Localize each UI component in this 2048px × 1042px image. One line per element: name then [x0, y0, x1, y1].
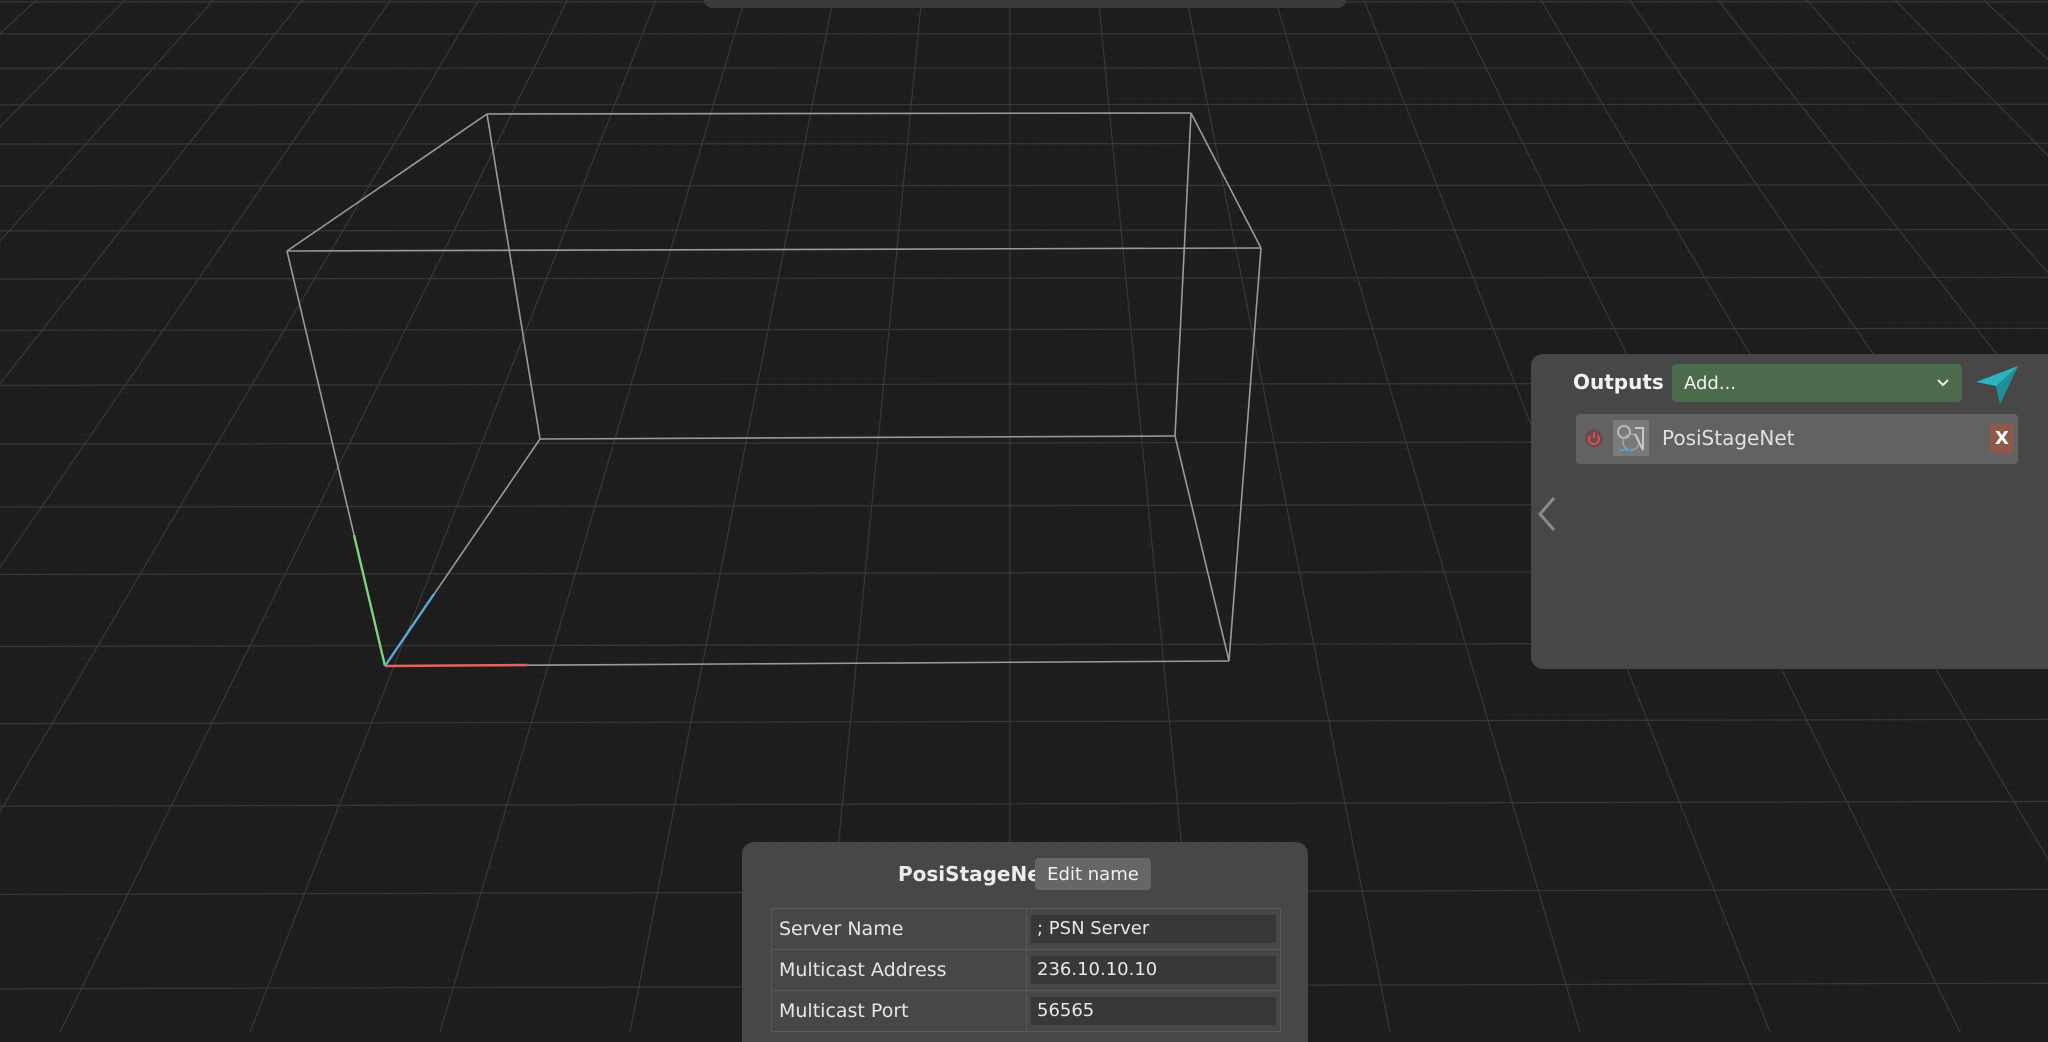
- multicast-address-input[interactable]: 236.10.10.10: [1031, 956, 1276, 984]
- power-icon[interactable]: [1584, 428, 1604, 448]
- outputs-title: Outputs: [1573, 370, 1664, 394]
- properties-title: PosiStageNet: [898, 862, 1050, 886]
- outputs-panel: Outputs Add... PosiStageNet X: [1531, 354, 2048, 669]
- add-select-value: Add...: [1684, 373, 1736, 394]
- top-toolbar: [704, 0, 1346, 8]
- multicast-port-input[interactable]: 56565: [1031, 997, 1276, 1025]
- psn-logo-icon: [1613, 420, 1649, 456]
- send-icon[interactable]: [1974, 362, 2020, 406]
- chevron-down-icon: [1936, 378, 1950, 388]
- output-item-label: PosiStageNet: [1662, 426, 1794, 450]
- output-item-posistagenet[interactable]: PosiStageNet X: [1576, 414, 2018, 464]
- properties-panel: PosiStageNet Edit name Server Name ; PSN…: [742, 842, 1308, 1042]
- edit-name-button[interactable]: Edit name: [1035, 858, 1151, 890]
- server-name-label: Server Name: [772, 909, 1027, 950]
- remove-output-button[interactable]: X: [1990, 423, 2014, 453]
- server-name-input[interactable]: ; PSN Server: [1031, 915, 1276, 943]
- add-output-select[interactable]: Add...: [1672, 364, 1962, 402]
- multicast-port-label: Multicast Port: [772, 991, 1027, 1032]
- properties-table: Server Name ; PSN Server Multicast Addre…: [771, 908, 1281, 1032]
- multicast-address-label: Multicast Address: [772, 950, 1027, 991]
- chevron-left-icon[interactable]: [1534, 492, 1562, 536]
- table-row: Multicast Port 56565: [772, 991, 1281, 1032]
- table-row: Multicast Address 236.10.10.10: [772, 950, 1281, 991]
- table-row: Server Name ; PSN Server: [772, 909, 1281, 950]
